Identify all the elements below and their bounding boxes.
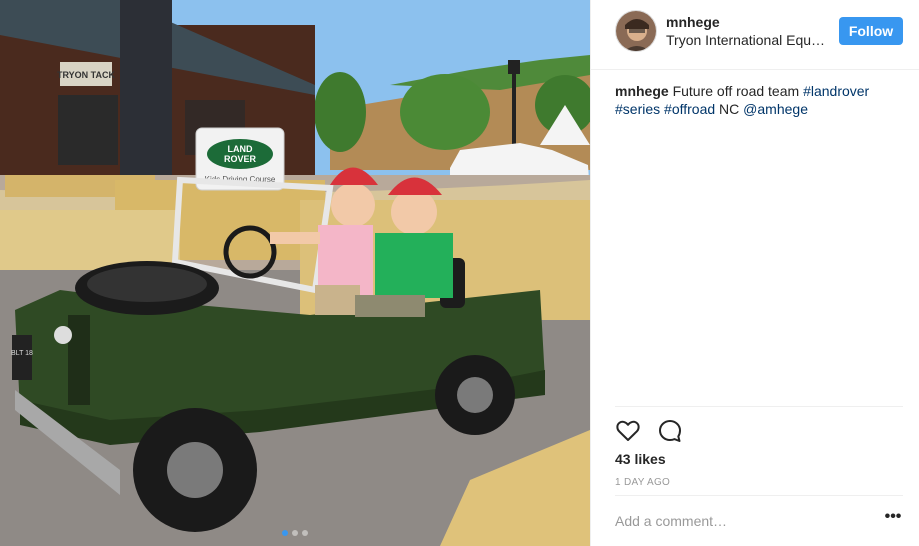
caption-text: NC (719, 101, 740, 117)
carousel-dot[interactable] (282, 530, 288, 536)
carousel-dot[interactable] (302, 530, 308, 536)
likes-count[interactable]: 43 likes (615, 451, 666, 467)
actions-divider (615, 406, 903, 407)
comment-bubble-icon[interactable] (657, 418, 683, 444)
location-link[interactable]: Tryon International Equestrian Center (666, 32, 826, 48)
username-link[interactable]: mnhege (666, 14, 720, 30)
hashtag-link[interactable]: #offroad (664, 101, 715, 117)
more-options-icon[interactable]: ••• (883, 509, 903, 530)
caption-username[interactable]: mnhege (615, 83, 669, 99)
photo-illustration: TRYON TACK LAND ROVER Kids Driving Cours… (0, 0, 590, 546)
carousel-dot[interactable] (292, 530, 298, 536)
follow-button[interactable]: Follow (839, 17, 903, 45)
mention-link[interactable]: @amhege (743, 101, 808, 117)
action-icons (615, 418, 683, 444)
hashtag-link[interactable]: #series (615, 101, 660, 117)
logo-text-rover: ROVER (224, 154, 257, 164)
hashtag-link[interactable]: #landrover (803, 83, 869, 99)
avatar-image (616, 11, 656, 51)
comment-input[interactable] (615, 510, 865, 532)
carousel-indicator (0, 530, 590, 536)
post-photo[interactable]: TRYON TACK LAND ROVER Kids Driving Cours… (0, 0, 590, 546)
logo-text-land: LAND (228, 144, 253, 154)
heart-icon[interactable] (615, 418, 641, 444)
post-header: mnhege Tryon International Equestrian Ce… (591, 0, 919, 70)
plate-text: BLT 18 (11, 350, 33, 357)
post-timestamp[interactable]: 1 DAY AGO (615, 477, 670, 488)
comment-bar: ••• (615, 495, 903, 545)
post-caption: mnhege Future off road team #landrover #… (615, 82, 905, 118)
post-sidebar: mnhege Tryon International Equestrian Ce… (590, 0, 919, 546)
caption-text: Future off road team (672, 83, 800, 99)
tryon-tack-sign: TRYON TACK (57, 70, 115, 80)
avatar[interactable] (615, 10, 657, 52)
